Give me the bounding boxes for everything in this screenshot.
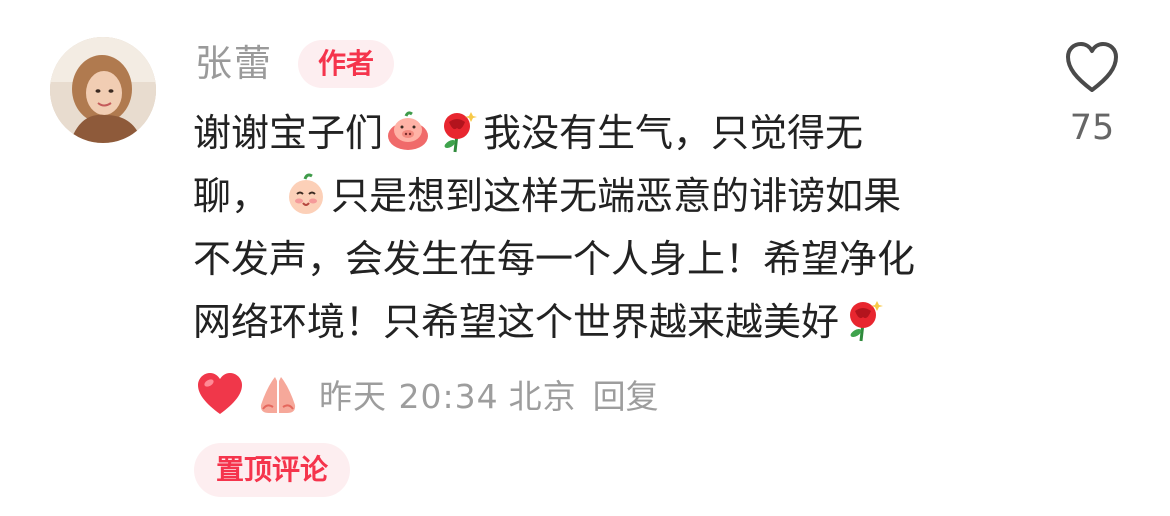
- comment-meta-row: 昨天 20:34 北京 回复: [193, 364, 659, 424]
- heart-outline-icon[interactable]: [1064, 40, 1120, 94]
- comment-line-1: 谢谢宝子们 我没有生气，只觉得无: [193, 102, 1023, 165]
- comment-line-3: 不发声，会发生在每一个人身上！希望净化: [193, 237, 916, 281]
- like-count: 75: [1069, 108, 1115, 148]
- comment-line-4: 网络环境！只希望这个世界越来越美好: [193, 291, 1023, 354]
- reply-button[interactable]: 回复: [593, 370, 659, 418]
- pig-emoji-icon: [385, 108, 431, 154]
- comment-time: 昨天 20:34: [319, 377, 499, 416]
- avatar[interactable]: [50, 37, 156, 143]
- rose-emoji-icon: [841, 297, 887, 343]
- heart-emoji-icon: [195, 369, 245, 419]
- rose-emoji-icon: [435, 108, 481, 154]
- pinned-comment-badge: 置顶评论: [194, 443, 350, 497]
- comment-text-segment: 只是想到这样无端恶意的诽谤如果: [331, 174, 902, 218]
- comment-text: 谢谢宝子们 我没有生气，只觉得无 聊， 只是想到这样无端恶意的诽谤如果 不发声，…: [193, 102, 1023, 354]
- comment-text-segment: 我没有生气，只觉得无: [483, 111, 864, 155]
- comment-text-segment: 网络环境！只希望这个世界越来越美好: [193, 300, 840, 344]
- comment-line-2: 聊， 只是想到这样无端恶意的诽谤如果: [193, 165, 1023, 228]
- author-badge: 作者: [298, 40, 394, 88]
- smile-face-emoji-icon: [283, 171, 329, 217]
- comment-text-segment: 聊，: [193, 174, 270, 218]
- comment-author-name[interactable]: 张蕾: [195, 40, 273, 88]
- comment-location: 北京: [508, 377, 577, 416]
- praying-hands-emoji-icon: [253, 369, 303, 419]
- comment-text-segment: 谢谢宝子们: [193, 111, 384, 155]
